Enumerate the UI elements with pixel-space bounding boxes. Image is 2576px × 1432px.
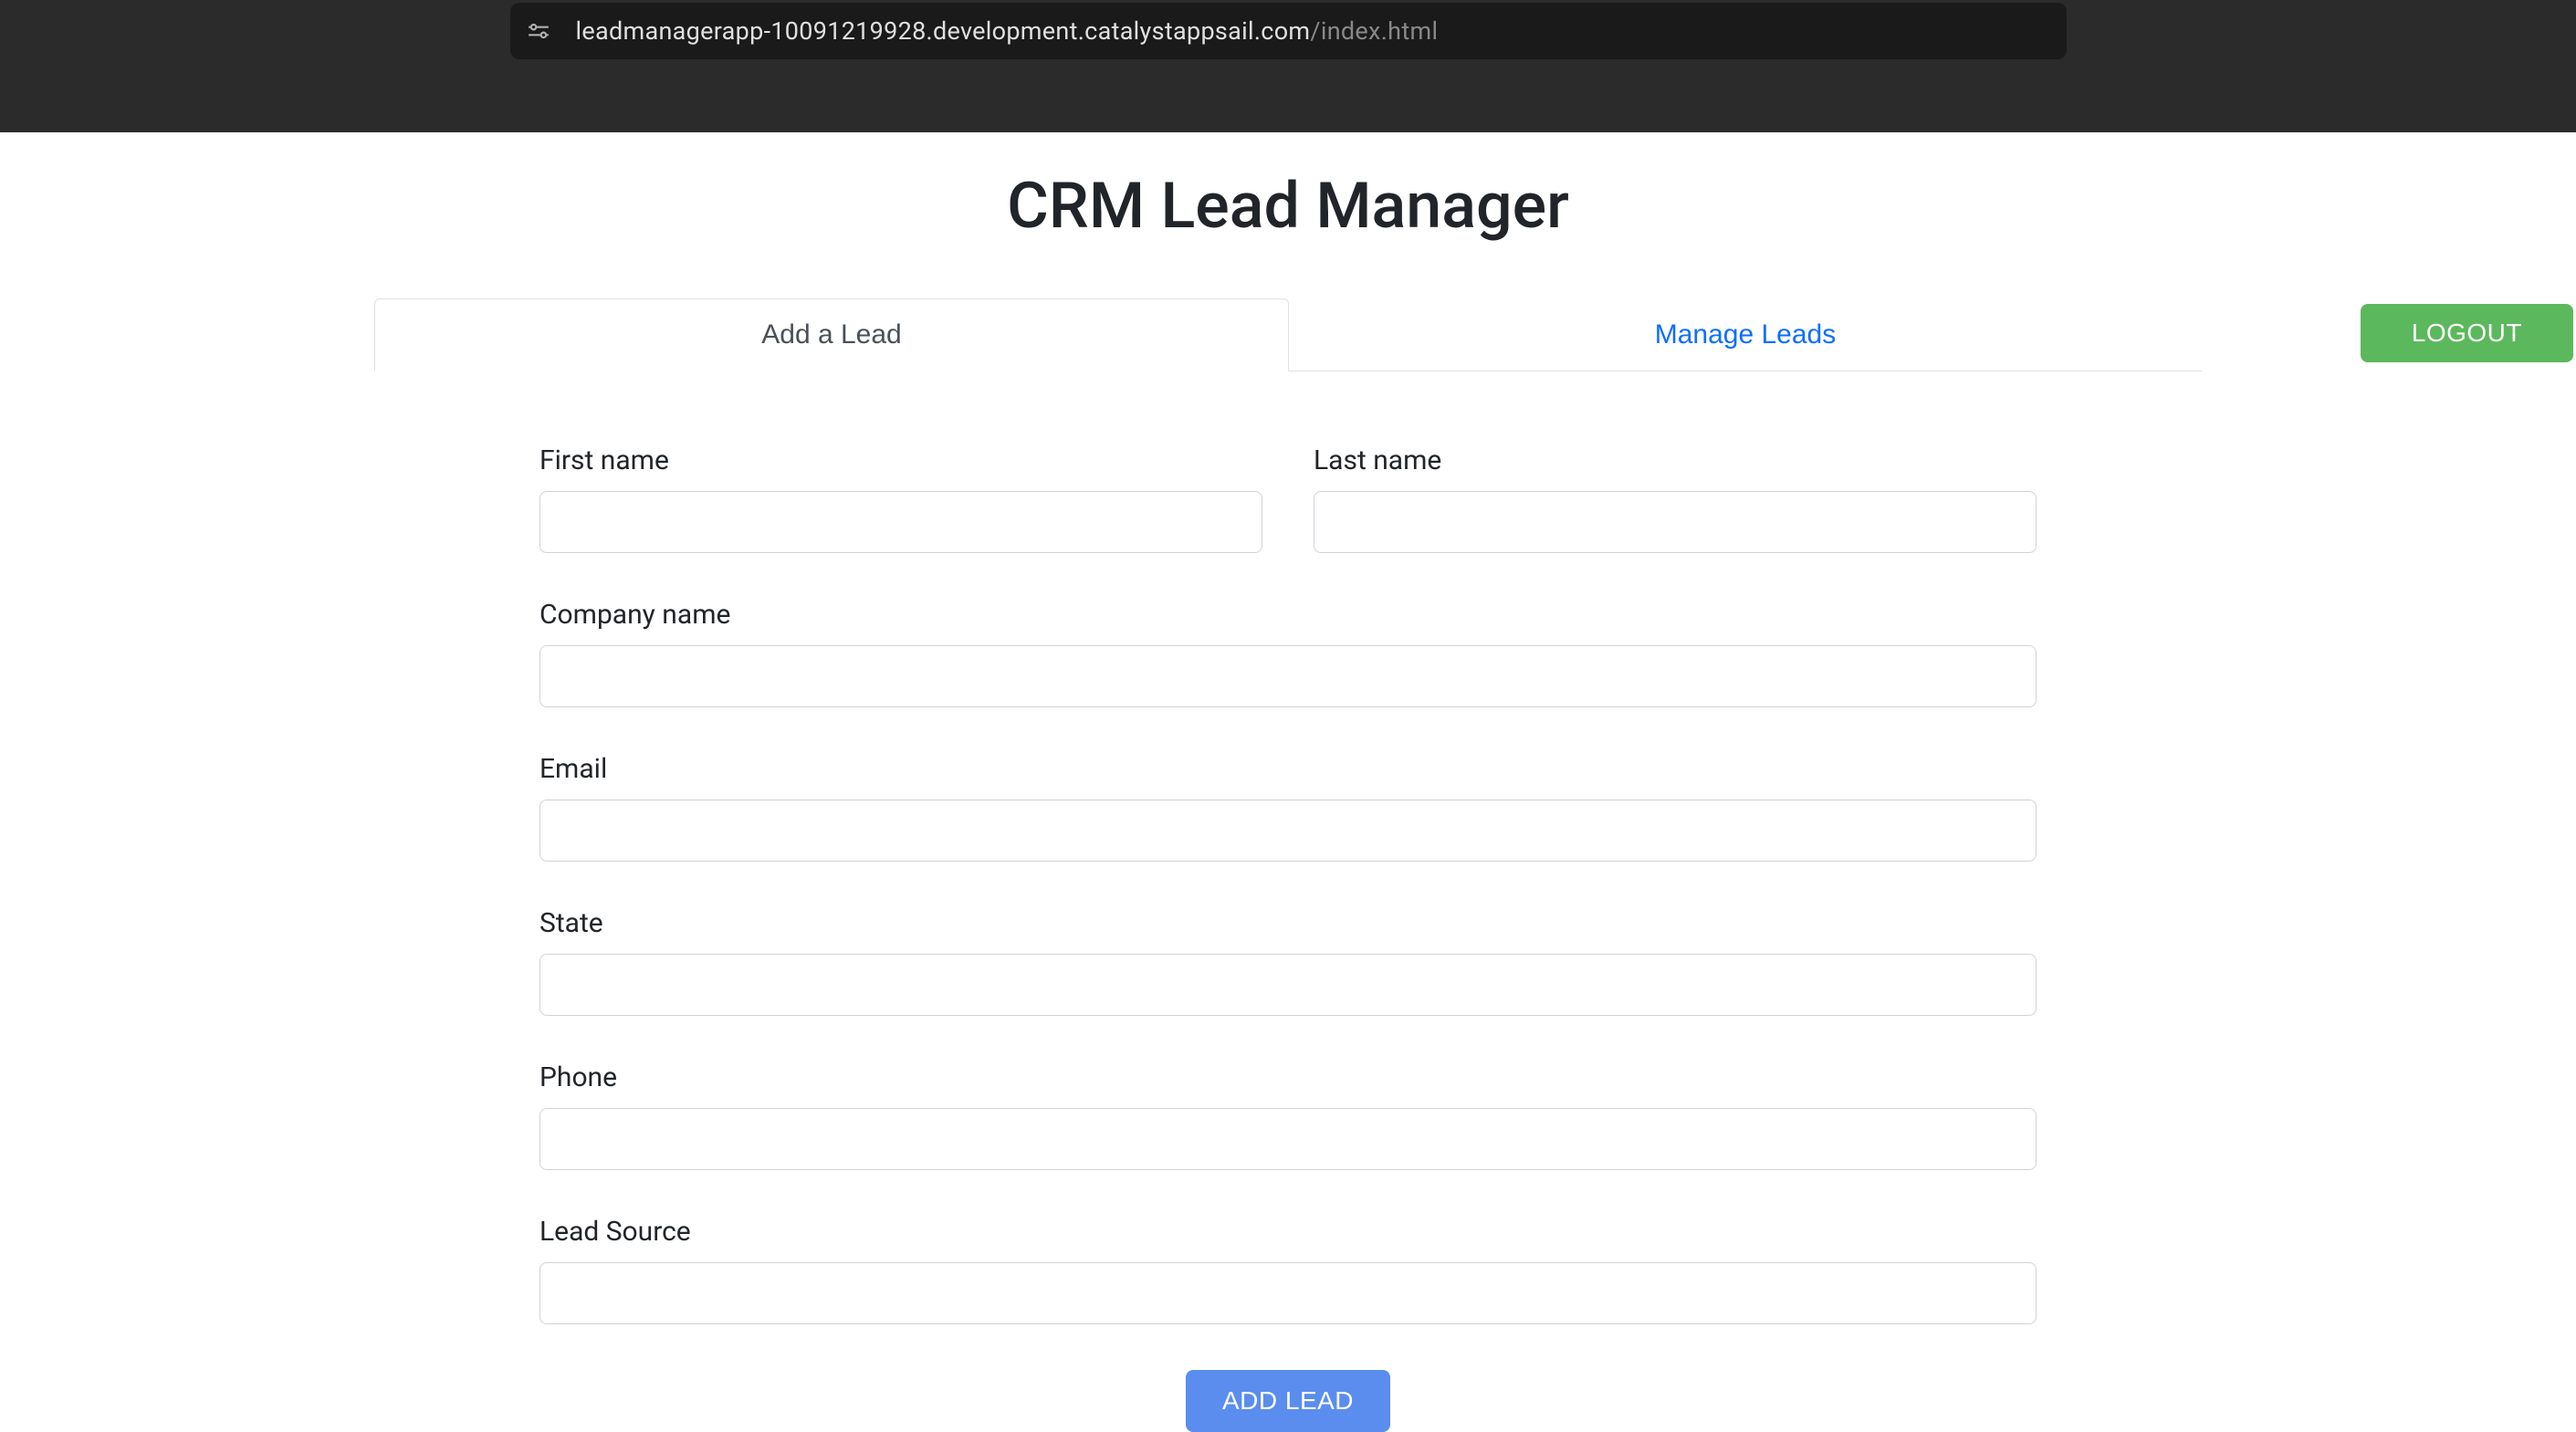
add-lead-button[interactable]: ADD LEAD	[1186, 1370, 1390, 1432]
last-name-input[interactable]	[1314, 491, 2037, 553]
logout-button[interactable]: LOGOUT	[2361, 304, 2573, 362]
form-row-state: State	[539, 907, 2037, 1016]
first-name-input[interactable]	[539, 491, 1262, 553]
form-container: First name Last name Company name Email	[539, 371, 2037, 1432]
form-row-company: Company name	[539, 599, 2037, 707]
state-input[interactable]	[539, 954, 2037, 1016]
page-content: CRM Lead Manager LOGOUT Add a Lead Manag…	[0, 132, 2576, 1432]
tab-manage-leads[interactable]: Manage Leads	[1289, 298, 2202, 371]
first-name-label: First name	[539, 444, 1262, 476]
form-group-email: Email	[539, 753, 2037, 862]
url-bar[interactable]: leadmanagerapp-10091219928.development.c…	[510, 3, 2067, 59]
state-label: State	[539, 907, 2037, 939]
url-domain: leadmanagerapp-10091219928.development.c…	[576, 16, 1311, 46]
url-path: /index.html	[1310, 16, 1438, 46]
form-row-lead-source: Lead Source	[539, 1216, 2037, 1324]
phone-label: Phone	[539, 1061, 2037, 1093]
form-group-last-name: Last name	[1314, 444, 2037, 553]
email-input[interactable]	[539, 800, 2037, 862]
last-name-label: Last name	[1314, 444, 2037, 476]
lead-source-input[interactable]	[539, 1262, 2037, 1324]
site-settings-icon	[527, 19, 550, 43]
tabs-container: Add a Lead Manage Leads	[374, 298, 2202, 371]
tab-add-lead[interactable]: Add a Lead	[374, 298, 1289, 371]
form-group-phone: Phone	[539, 1061, 2037, 1170]
form-row-phone: Phone	[539, 1061, 2037, 1170]
form-group-company-name: Company name	[539, 599, 2037, 707]
browser-bar: leadmanagerapp-10091219928.development.c…	[0, 0, 2576, 132]
page-title: CRM Lead Manager	[0, 169, 2576, 244]
form-row-email: Email	[539, 753, 2037, 862]
company-name-input[interactable]	[539, 645, 2037, 707]
form-group-first-name: First name	[539, 444, 1262, 553]
form-group-state: State	[539, 907, 2037, 1016]
email-label: Email	[539, 753, 2037, 785]
company-name-label: Company name	[539, 599, 2037, 631]
form-row-name: First name Last name	[539, 444, 2037, 553]
phone-input[interactable]	[539, 1108, 2037, 1170]
url-text: leadmanagerapp-10091219928.development.c…	[576, 16, 1439, 46]
form-group-lead-source: Lead Source	[539, 1216, 2037, 1324]
lead-source-label: Lead Source	[539, 1216, 2037, 1248]
